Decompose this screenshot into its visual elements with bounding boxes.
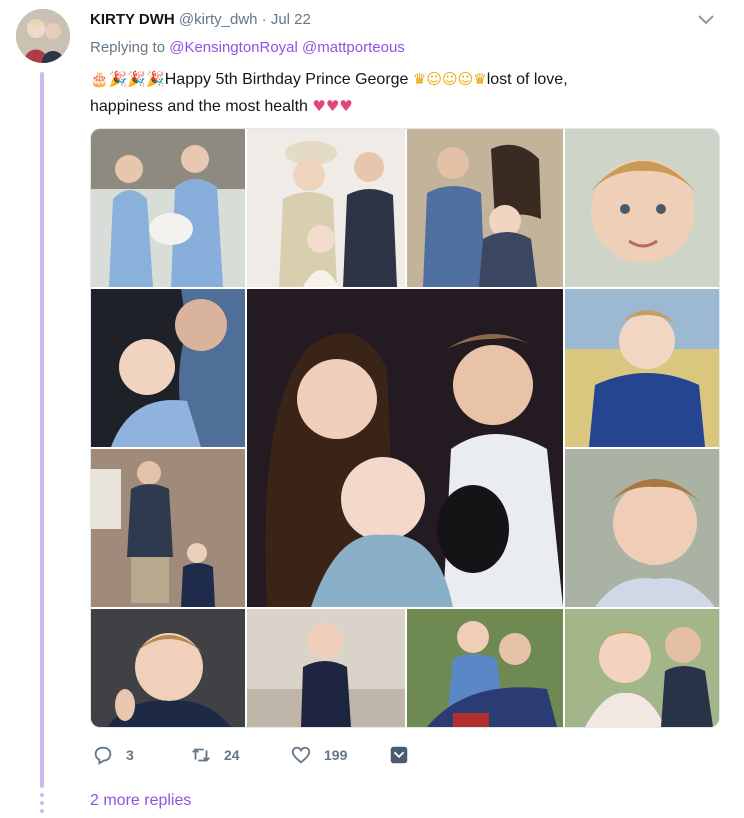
tweet-text: 🎂🎉🎉🎉Happy 5th Birthday Prince George ♛☺☺… — [90, 66, 690, 120]
photo-collage[interactable] — [90, 128, 720, 728]
retweet-icon — [192, 748, 210, 762]
collage-photo[interactable] — [565, 449, 719, 607]
like-icon — [291, 746, 311, 764]
collage-photo[interactable] — [565, 129, 719, 287]
tweet-text-line2: happiness and the most health — [90, 98, 308, 115]
collage-photo[interactable] — [565, 289, 719, 447]
tweet-text-line1b: lost of love, — [486, 71, 568, 88]
thread-line — [40, 72, 44, 788]
collage-photo[interactable] — [247, 129, 405, 287]
hearts-icon: ♥ — [325, 97, 340, 115]
retweet-count: 24 — [224, 747, 240, 763]
crown-icon: ♛ — [412, 70, 427, 88]
more-replies-link[interactable]: 2 more replies — [90, 792, 191, 810]
author-handle[interactable]: @kirty_dwh — [179, 11, 258, 28]
replying-to: Replying to @KensingtonRoyal @mattporteo… — [90, 38, 405, 58]
tweet-header: KIRTY DWH @kirty_dwh · Jul 22 — [90, 10, 311, 30]
collage-photo[interactable] — [565, 609, 719, 727]
collage-photo[interactable] — [247, 289, 563, 607]
replying-label: Replying to — [90, 39, 166, 56]
crown-icon: ♛ — [473, 70, 487, 88]
collage-photo[interactable] — [247, 609, 405, 727]
hearts-icon: ♥ — [312, 97, 326, 115]
party-popper-icon: 🎉 — [146, 70, 165, 88]
collage-photo[interactable] — [91, 449, 245, 607]
tweet-date[interactable]: Jul 22 — [271, 11, 311, 28]
like-button[interactable]: 199 — [290, 744, 347, 766]
smile-icon: ☺ — [457, 70, 474, 88]
party-popper-icon: 🎉 — [108, 70, 128, 88]
avatar[interactable] — [16, 9, 70, 63]
tweet-actions: 3 24 199 — [90, 744, 490, 772]
separator: · — [261, 11, 267, 28]
dm-button[interactable] — [388, 744, 422, 766]
smile-icon: ☺ — [441, 70, 458, 88]
collage-photo[interactable] — [407, 129, 563, 287]
smile-icon: ☺ — [426, 70, 442, 88]
tweet-text-line1: Happy 5th Birthday Prince George — [164, 71, 409, 88]
dm-icon — [390, 746, 408, 764]
like-count: 199 — [324, 747, 348, 763]
mention-link[interactable]: @mattporteous — [302, 39, 405, 56]
collage-photo[interactable] — [407, 609, 563, 727]
cake-icon: 🎂 — [90, 70, 109, 88]
author-name[interactable]: KIRTY DWH — [90, 11, 175, 28]
hearts-icon: ♥ — [339, 97, 353, 115]
reply-count: 3 — [126, 747, 134, 763]
collage-photo[interactable] — [91, 129, 245, 287]
retweet-button[interactable]: 24 — [190, 744, 240, 766]
chevron-down-icon[interactable] — [697, 13, 715, 27]
mention-link[interactable]: @KensingtonRoyal — [169, 39, 298, 56]
party-popper-icon: 🎉 — [127, 70, 147, 88]
reply-button[interactable]: 3 — [92, 744, 134, 766]
reply-icon — [94, 746, 112, 765]
thread-dots — [39, 793, 45, 817]
collage-photo[interactable] — [91, 289, 245, 447]
collage-photo[interactable] — [91, 609, 245, 727]
